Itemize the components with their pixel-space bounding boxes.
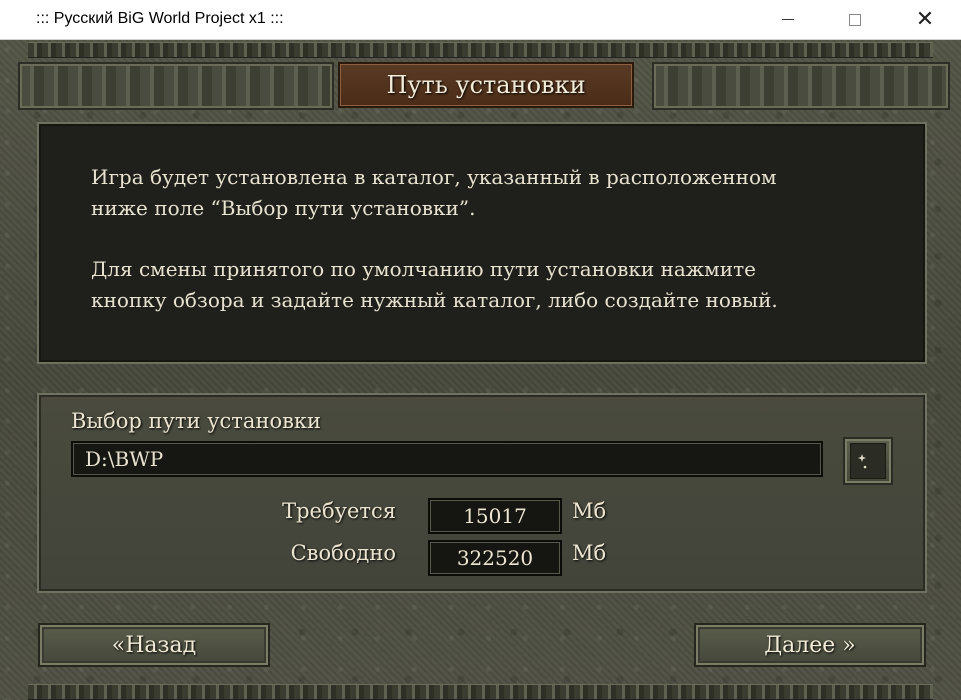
next-button[interactable]: Далее » [694,623,926,667]
maximize-icon [849,13,861,26]
window-title: ::: Русский BiG World Project x1 ::: [36,10,284,27]
browse-button[interactable] [843,437,893,485]
required-space-unit: Мб [572,499,607,523]
header-ornament-left [18,62,334,110]
maximize-button[interactable] [832,0,878,39]
header-ornament-right [652,62,950,110]
title-bar: ::: Русский BiG World Project x1 ::: ✕ [0,0,961,40]
minimize-icon [782,19,794,20]
install-path-label: Выбор пути установки [71,409,322,433]
header-plate: Путь установки [338,62,634,108]
required-space-value: 15017 [428,498,562,534]
free-space-unit: Мб [572,541,607,565]
bottom-border-ornament [28,684,933,700]
close-icon: ✕ [915,6,935,32]
free-space-value: 322520 [428,540,562,576]
top-border-ornament [28,42,933,58]
install-path-field[interactable]: D:\BWP [71,441,823,477]
install-path-panel: Выбор пути установки D:\BWP Требуется 15… [37,393,927,593]
close-button[interactable]: ✕ [902,0,948,39]
moon-stars-icon [850,443,886,479]
page-title: Путь установки [386,71,586,99]
required-space-label: Требуется [282,499,396,523]
info-paragraph-1: Игра будет установлена в каталог, указан… [91,165,777,220]
info-paragraph-2: Для смены принятого по умолчанию пути ус… [91,257,778,312]
info-panel: Игра будет установлена в каталог, указан… [37,122,927,364]
free-space-label: Свободно [290,541,396,565]
back-button[interactable]: «Назад [38,623,270,667]
minimize-button[interactable] [765,0,811,39]
